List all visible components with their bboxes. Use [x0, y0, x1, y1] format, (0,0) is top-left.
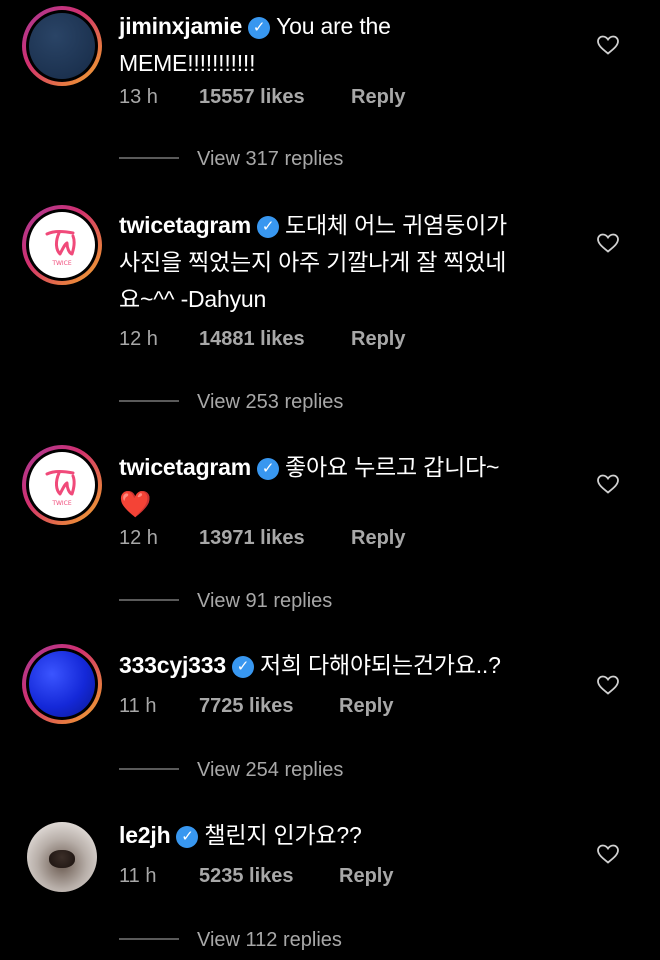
reply-button[interactable]: Reply: [351, 527, 405, 550]
replies-divider: [119, 157, 179, 159]
like-count[interactable]: 7725 likes: [199, 695, 339, 718]
replies-divider: [119, 400, 179, 402]
twice-logo-icon: TWICE: [29, 212, 95, 278]
comment-body-line2: MEME!!!!!!!!!!!: [119, 50, 256, 76]
comment-meta: 13 h 15557 likes Reply: [119, 86, 405, 109]
username[interactable]: twicetagram: [119, 454, 251, 480]
red-heart-emoji: ❤️: [119, 489, 152, 519]
reply-button[interactable]: Reply: [351, 86, 405, 109]
username[interactable]: le2jh: [119, 822, 171, 848]
avatar[interactable]: [22, 6, 102, 86]
comment-time: 12 h: [119, 328, 158, 350]
comment-meta: 11 h 5235 likes Reply: [119, 865, 393, 888]
verified-badge-icon: ✓: [176, 826, 199, 848]
replies-divider: [119, 768, 179, 770]
avatar[interactable]: [27, 822, 97, 892]
comment-time: 13 h: [119, 86, 158, 108]
replies-divider: [119, 599, 179, 601]
comment-body-line1: 도대체 어느 귀염둥이가: [285, 212, 507, 238]
avatar[interactable]: TWICE: [22, 205, 102, 285]
reply-button[interactable]: Reply: [339, 865, 393, 888]
comment-time: 11 h: [119, 865, 157, 887]
comment-body-line1: You are the: [276, 13, 391, 39]
view-replies-button[interactable]: View 91 replies: [119, 590, 332, 613]
view-replies-button[interactable]: View 317 replies: [119, 148, 343, 171]
view-replies-label: View 112 replies: [197, 929, 342, 951]
view-replies-label: View 253 replies: [197, 391, 344, 413]
view-replies-label: View 317 replies: [197, 148, 344, 170]
comment-body-line1: 좋아요 누르고 갑니다~: [285, 454, 500, 480]
heart-outline-icon[interactable]: [596, 231, 620, 255]
heart-outline-icon[interactable]: [596, 33, 620, 57]
svg-text:TWICE: TWICE: [51, 500, 72, 507]
verified-badge-icon: ✓: [257, 216, 280, 238]
comment-time: 12 h: [119, 527, 158, 549]
view-replies-button[interactable]: View 112 replies: [119, 929, 342, 952]
heart-outline-icon[interactable]: [596, 472, 620, 496]
comment-body-line2: 사진을 찍었는지 아주 기깔나게 잘 찍었네: [119, 249, 507, 275]
twice-logo-icon: TWICE: [29, 452, 95, 518]
avatar-image: [49, 850, 75, 868]
username[interactable]: jiminxjamie: [119, 13, 242, 39]
svg-text:TWICE: TWICE: [51, 260, 72, 267]
comment-meta: 12 h 13971 likes Reply: [119, 527, 405, 550]
avatar[interactable]: [22, 644, 102, 724]
view-replies-label: View 254 replies: [197, 759, 344, 781]
verified-badge-icon: ✓: [231, 656, 254, 678]
comment-text: 333cyj333 ✓ 저희 다해야되는건가요..?: [119, 647, 589, 684]
avatar-image: [29, 13, 95, 79]
comment-body-line1: 챌린지 인가요??: [204, 822, 362, 848]
comment-body-line3: 요~^^ -Dahyun: [119, 286, 267, 312]
comment-meta: 12 h 14881 likes Reply: [119, 328, 405, 351]
heart-outline-icon[interactable]: [596, 673, 620, 697]
reply-button[interactable]: Reply: [351, 328, 405, 351]
comment-text: jiminxjamie ✓ You are the MEME!!!!!!!!!!!: [119, 8, 589, 82]
view-replies-button[interactable]: View 254 replies: [119, 759, 343, 782]
reply-button[interactable]: Reply: [339, 695, 393, 718]
verified-badge-icon: ✓: [248, 17, 271, 39]
like-count[interactable]: 13971 likes: [199, 527, 351, 550]
comment-text: twicetagram ✓ 좋아요 누르고 갑니다~ ❤️: [119, 449, 589, 524]
comment-body-line1: 저희 다해야되는건가요..?: [259, 652, 501, 678]
comment-meta: 11 h 7725 likes Reply: [119, 695, 393, 718]
comment-time: 11 h: [119, 695, 157, 717]
username[interactable]: 333cyj333: [119, 652, 226, 678]
avatar[interactable]: TWICE: [22, 445, 102, 525]
comment-text: le2jh ✓ 챌린지 인가요??: [119, 817, 589, 854]
view-replies-label: View 91 replies: [197, 590, 333, 612]
like-count[interactable]: 14881 likes: [199, 328, 351, 351]
replies-divider: [119, 938, 179, 940]
avatar-image: [29, 651, 95, 717]
username[interactable]: twicetagram: [119, 212, 251, 238]
like-count[interactable]: 5235 likes: [199, 865, 339, 888]
heart-outline-icon[interactable]: [596, 842, 620, 866]
verified-badge-icon: ✓: [257, 458, 280, 480]
comment-text: twicetagram ✓ 도대체 어느 귀염둥이가 사진을 찍었는지 아주 기깔나…: [119, 207, 589, 318]
view-replies-button[interactable]: View 253 replies: [119, 391, 343, 414]
like-count[interactable]: 15557 likes: [199, 86, 351, 109]
